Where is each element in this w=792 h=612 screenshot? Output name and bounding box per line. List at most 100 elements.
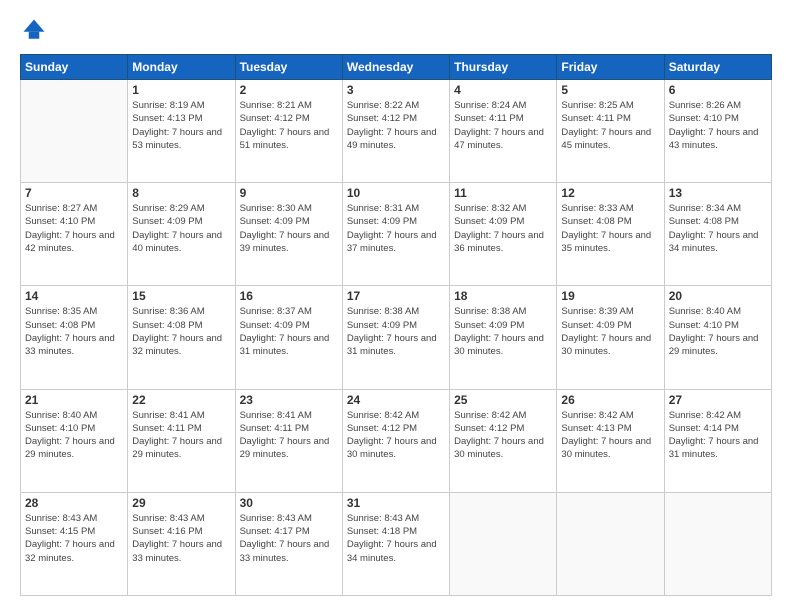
calendar-cell: 1 Sunrise: 8:19 AMSunset: 4:13 PMDaylight… <box>128 80 235 183</box>
day-number: 1 <box>132 83 230 97</box>
day-number: 16 <box>240 289 338 303</box>
calendar-cell: 30 Sunrise: 8:43 AMSunset: 4:17 PMDayligh… <box>235 492 342 595</box>
calendar-cell: 24Sunrise: 8:42 AMSunset: 4:12 PMDayligh… <box>342 389 449 492</box>
calendar-cell: 29 Sunrise: 8:43 AMSunset: 4:16 PMDayligh… <box>128 492 235 595</box>
day-detail: Sunrise: 8:25 AMSunset: 4:11 PMDaylight:… <box>561 99 659 152</box>
calendar-week-row: 28Sunrise: 8:43 AMSunset: 4:15 PMDayligh… <box>21 492 772 595</box>
calendar-week-row: 1 Sunrise: 8:19 AMSunset: 4:13 PMDaylight… <box>21 80 772 183</box>
calendar-cell: 21 Sunrise: 8:40 AMSunset: 4:10 PMDayligh… <box>21 389 128 492</box>
day-number: 11 <box>454 186 552 200</box>
day-number: 29 <box>132 496 230 510</box>
calendar-cell: 22 Sunrise: 8:41 AMSunset: 4:11 PMDayligh… <box>128 389 235 492</box>
day-detail: Sunrise: 8:32 AMSunset: 4:09 PMDaylight:… <box>454 202 552 255</box>
day-detail: Sunrise: 8:37 AMSunset: 4:09 PMDaylight:… <box>240 305 338 358</box>
calendar-cell: 6 Sunrise: 8:26 AMSunset: 4:10 PMDaylight… <box>664 80 771 183</box>
calendar-cell: 15 Sunrise: 8:36 AMSunset: 4:08 PMDayligh… <box>128 286 235 389</box>
weekday-header-tuesday: Tuesday <box>235 55 342 80</box>
day-number: 23 <box>240 393 338 407</box>
day-number: 24 <box>347 393 445 407</box>
day-detail: Sunrise: 8:27 AMSunset: 4:10 PMDaylight:… <box>25 202 123 255</box>
calendar-cell: 19Sunrise: 8:39 AMSunset: 4:09 PMDayligh… <box>557 286 664 389</box>
calendar-cell: 27 Sunrise: 8:42 AMSunset: 4:14 PMDayligh… <box>664 389 771 492</box>
day-number: 27 <box>669 393 767 407</box>
weekday-header-row: SundayMondayTuesdayWednesdayThursdayFrid… <box>21 55 772 80</box>
day-number: 5 <box>561 83 659 97</box>
calendar-table: SundayMondayTuesdayWednesdayThursdayFrid… <box>20 54 772 596</box>
weekday-header-thursday: Thursday <box>450 55 557 80</box>
day-number: 14 <box>25 289 123 303</box>
day-detail: Sunrise: 8:22 AMSunset: 4:12 PMDaylight:… <box>347 99 445 152</box>
calendar-week-row: 21 Sunrise: 8:40 AMSunset: 4:10 PMDayligh… <box>21 389 772 492</box>
day-detail: Sunrise: 8:26 AMSunset: 4:10 PMDaylight:… <box>669 99 767 152</box>
day-number: 9 <box>240 186 338 200</box>
day-number: 15 <box>132 289 230 303</box>
calendar-cell: 8 Sunrise: 8:29 AMSunset: 4:09 PMDaylight… <box>128 183 235 286</box>
weekday-header-friday: Friday <box>557 55 664 80</box>
day-number: 17 <box>347 289 445 303</box>
day-detail: Sunrise: 8:41 AMSunset: 4:11 PMDaylight:… <box>132 409 230 462</box>
day-number: 22 <box>132 393 230 407</box>
calendar-cell: 4 Sunrise: 8:24 AMSunset: 4:11 PMDaylight… <box>450 80 557 183</box>
calendar-cell: 7 Sunrise: 8:27 AMSunset: 4:10 PMDaylight… <box>21 183 128 286</box>
day-detail: Sunrise: 8:24 AMSunset: 4:11 PMDaylight:… <box>454 99 552 152</box>
day-detail: Sunrise: 8:42 AMSunset: 4:13 PMDaylight:… <box>561 409 659 462</box>
calendar-cell <box>21 80 128 183</box>
day-detail: Sunrise: 8:31 AMSunset: 4:09 PMDaylight:… <box>347 202 445 255</box>
day-number: 26 <box>561 393 659 407</box>
calendar-cell: 9 Sunrise: 8:30 AMSunset: 4:09 PMDaylight… <box>235 183 342 286</box>
calendar-cell: 25Sunrise: 8:42 AMSunset: 4:12 PMDayligh… <box>450 389 557 492</box>
day-number: 30 <box>240 496 338 510</box>
day-number: 31 <box>347 496 445 510</box>
day-detail: Sunrise: 8:43 AMSunset: 4:17 PMDaylight:… <box>240 512 338 565</box>
calendar-cell: 23 Sunrise: 8:41 AMSunset: 4:11 PMDayligh… <box>235 389 342 492</box>
calendar-week-row: 7 Sunrise: 8:27 AMSunset: 4:10 PMDaylight… <box>21 183 772 286</box>
calendar-cell: 2 Sunrise: 8:21 AMSunset: 4:12 PMDaylight… <box>235 80 342 183</box>
logo-icon <box>20 16 48 44</box>
day-detail: Sunrise: 8:43 AMSunset: 4:16 PMDaylight:… <box>132 512 230 565</box>
day-number: 2 <box>240 83 338 97</box>
weekday-header-saturday: Saturday <box>664 55 771 80</box>
day-number: 8 <box>132 186 230 200</box>
calendar-cell <box>664 492 771 595</box>
weekday-header-monday: Monday <box>128 55 235 80</box>
logo <box>20 16 52 44</box>
day-detail: Sunrise: 8:42 AMSunset: 4:14 PMDaylight:… <box>669 409 767 462</box>
day-number: 28 <box>25 496 123 510</box>
calendar-cell: 10Sunrise: 8:31 AMSunset: 4:09 PMDayligh… <box>342 183 449 286</box>
calendar-cell: 3 Sunrise: 8:22 AMSunset: 4:12 PMDaylight… <box>342 80 449 183</box>
calendar-cell: 12Sunrise: 8:33 AMSunset: 4:08 PMDayligh… <box>557 183 664 286</box>
day-detail: Sunrise: 8:40 AMSunset: 4:10 PMDaylight:… <box>25 409 123 462</box>
calendar-week-row: 14 Sunrise: 8:35 AMSunset: 4:08 PMDayligh… <box>21 286 772 389</box>
day-detail: Sunrise: 8:29 AMSunset: 4:09 PMDaylight:… <box>132 202 230 255</box>
day-detail: Sunrise: 8:43 AMSunset: 4:18 PMDaylight:… <box>347 512 445 565</box>
day-detail: Sunrise: 8:30 AMSunset: 4:09 PMDaylight:… <box>240 202 338 255</box>
day-number: 13 <box>669 186 767 200</box>
day-detail: Sunrise: 8:19 AMSunset: 4:13 PMDaylight:… <box>132 99 230 152</box>
calendar-cell: 26 Sunrise: 8:42 AMSunset: 4:13 PMDayligh… <box>557 389 664 492</box>
calendar-cell: 5 Sunrise: 8:25 AMSunset: 4:11 PMDaylight… <box>557 80 664 183</box>
day-number: 3 <box>347 83 445 97</box>
page: SundayMondayTuesdayWednesdayThursdayFrid… <box>0 0 792 612</box>
day-detail: Sunrise: 8:40 AMSunset: 4:10 PMDaylight:… <box>669 305 767 358</box>
header <box>20 16 772 44</box>
calendar-cell: 17 Sunrise: 8:38 AMSunset: 4:09 PMDayligh… <box>342 286 449 389</box>
day-detail: Sunrise: 8:42 AMSunset: 4:12 PMDaylight:… <box>454 409 552 462</box>
weekday-header-sunday: Sunday <box>21 55 128 80</box>
day-number: 21 <box>25 393 123 407</box>
day-number: 18 <box>454 289 552 303</box>
day-detail: Sunrise: 8:36 AMSunset: 4:08 PMDaylight:… <box>132 305 230 358</box>
calendar-cell: 28Sunrise: 8:43 AMSunset: 4:15 PMDayligh… <box>21 492 128 595</box>
day-detail: Sunrise: 8:33 AMSunset: 4:08 PMDaylight:… <box>561 202 659 255</box>
day-detail: Sunrise: 8:35 AMSunset: 4:08 PMDaylight:… <box>25 305 123 358</box>
day-detail: Sunrise: 8:21 AMSunset: 4:12 PMDaylight:… <box>240 99 338 152</box>
day-number: 4 <box>454 83 552 97</box>
day-detail: Sunrise: 8:38 AMSunset: 4:09 PMDaylight:… <box>347 305 445 358</box>
calendar-cell: 16 Sunrise: 8:37 AMSunset: 4:09 PMDayligh… <box>235 286 342 389</box>
day-number: 7 <box>25 186 123 200</box>
day-number: 19 <box>561 289 659 303</box>
day-number: 6 <box>669 83 767 97</box>
day-detail: Sunrise: 8:34 AMSunset: 4:08 PMDaylight:… <box>669 202 767 255</box>
calendar-cell: 13 Sunrise: 8:34 AMSunset: 4:08 PMDayligh… <box>664 183 771 286</box>
day-detail: Sunrise: 8:41 AMSunset: 4:11 PMDaylight:… <box>240 409 338 462</box>
calendar-cell: 14 Sunrise: 8:35 AMSunset: 4:08 PMDayligh… <box>21 286 128 389</box>
